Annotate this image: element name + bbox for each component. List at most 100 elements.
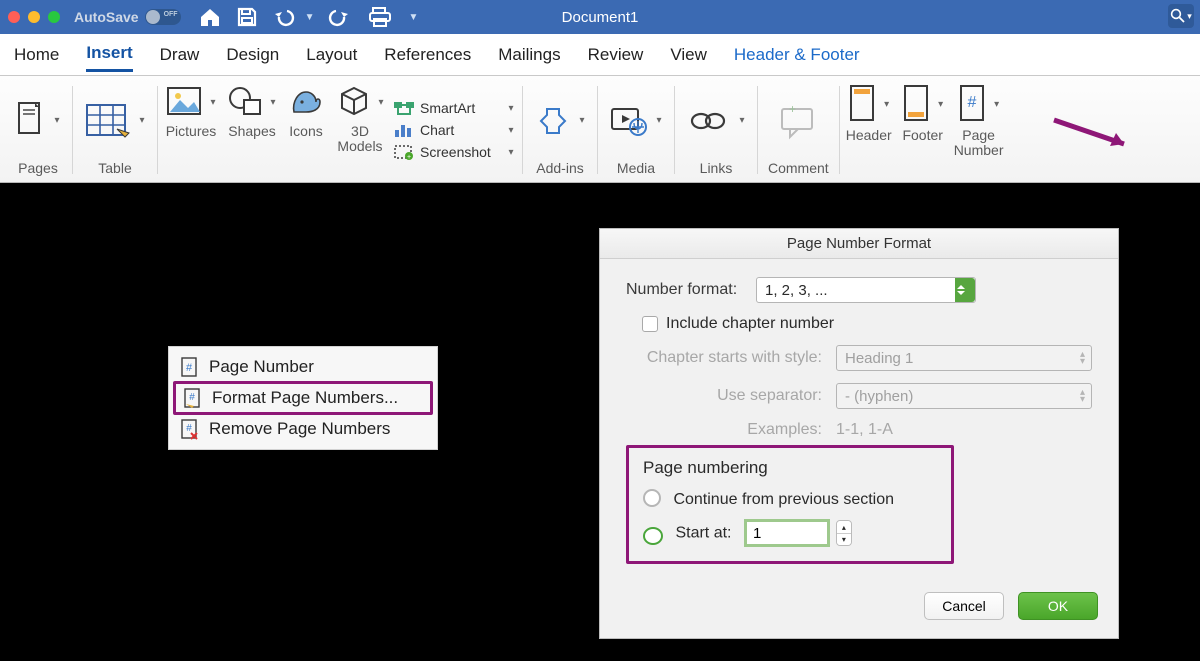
home-icon[interactable] (199, 7, 221, 27)
page-numbering-section: Page numbering Continue from previous se… (626, 445, 954, 564)
page-number-button[interactable]: # ▾ Page Number (950, 80, 1008, 180)
header-dropdown[interactable]: ▾ (882, 99, 892, 110)
chapter-style-value: Heading 1 (845, 350, 913, 367)
shapes-dropdown[interactable]: ▾ (268, 97, 278, 108)
ok-button[interactable]: OK (1018, 592, 1098, 620)
tab-draw[interactable]: Draw (160, 39, 200, 71)
comment-icon: + (776, 101, 820, 141)
qat-customize[interactable]: ▼ (408, 12, 418, 23)
save-icon[interactable] (237, 7, 257, 27)
menu-item-page-number[interactable]: # Page Number (173, 353, 433, 381)
addins-dropdown[interactable]: ▾ (577, 115, 587, 126)
autosave-toggle[interactable]: AutoSave OFF (74, 9, 181, 25)
header-button[interactable]: ▾ Header (842, 80, 896, 180)
svg-text:#: # (186, 423, 192, 434)
footer-dropdown[interactable]: ▾ (936, 99, 946, 110)
radio-continue-label: Continue from previous section (673, 491, 894, 508)
tab-insert[interactable]: Insert (86, 37, 132, 72)
addins-button[interactable]: ▾ Add-ins (525, 80, 595, 180)
footer-label: Footer (902, 128, 942, 143)
media-button[interactable]: ▾ Media (600, 80, 672, 180)
redo-icon[interactable] (330, 7, 352, 27)
illustrations-misc: SmartArt▾ Chart▾ + Screenshot▾ (390, 80, 520, 180)
tab-mailings[interactable]: Mailings (498, 39, 560, 71)
radio-start-at[interactable] (643, 527, 663, 545)
remove-page-number-icon: # (181, 419, 199, 439)
svg-text:#: # (967, 94, 976, 111)
tab-home[interactable]: Home (14, 39, 59, 71)
svg-text:+: + (407, 154, 411, 161)
undo-dropdown[interactable]: ▼ (305, 12, 315, 23)
pictures-button[interactable]: ▾ Pictures (160, 80, 222, 180)
addins-icon (533, 101, 573, 141)
chart-button[interactable]: Chart▾ (394, 121, 516, 139)
screenshot-button[interactable]: + Screenshot▾ (394, 143, 516, 161)
table-label: Table (98, 159, 131, 176)
links-button[interactable]: ▾ Links (677, 80, 755, 180)
zoom-window[interactable] (48, 11, 60, 23)
footer-icon (900, 82, 934, 126)
3d-models-dropdown[interactable]: ▾ (376, 97, 386, 108)
minimize-window[interactable] (28, 11, 40, 23)
header-icon (846, 82, 880, 126)
smartart-button[interactable]: SmartArt▾ (394, 99, 516, 117)
pictures-dropdown[interactable]: ▾ (208, 97, 218, 108)
number-format-select[interactable]: 1, 2, 3, ... (756, 277, 976, 303)
pages-label: Pages (18, 159, 58, 176)
tab-header-footer[interactable]: Header & Footer (734, 39, 860, 71)
media-dropdown[interactable]: ▾ (654, 115, 664, 126)
page-number-dropdown[interactable]: ▾ (992, 99, 1002, 110)
tab-references[interactable]: References (384, 39, 471, 71)
ribbon-insert: ▾ Pages ▾ Table ▾ Pictures ▾ (0, 76, 1200, 183)
addins-label: Add-ins (536, 159, 583, 176)
menu-item-format-page-numbers[interactable]: # Format Page Numbers... (173, 381, 433, 415)
examples-label: Examples: (626, 421, 836, 439)
cancel-button[interactable]: Cancel (924, 592, 1004, 620)
search-button[interactable]: ▾ (1168, 4, 1194, 28)
table-icon (83, 99, 133, 143)
3d-models-button[interactable]: ▾ 3D Models (330, 80, 390, 180)
autosave-switch[interactable]: OFF (145, 9, 181, 25)
separator-label: Use separator: (626, 387, 836, 405)
radio-continue[interactable] (643, 489, 661, 507)
menu-item-format-label: Format Page Numbers... (212, 388, 398, 408)
table-dropdown[interactable]: ▾ (137, 115, 147, 126)
window-controls (8, 11, 60, 23)
table-button[interactable]: ▾ Table (75, 80, 155, 180)
media-label: Media (617, 159, 655, 176)
radio-start-at-label: Start at: (675, 525, 731, 542)
page-numbering-title: Page numbering (643, 458, 937, 478)
shapes-button[interactable]: ▾ Shapes (222, 80, 282, 180)
shapes-label: Shapes (228, 124, 275, 139)
shapes-icon (226, 82, 266, 122)
pages-button[interactable]: ▾ Pages (6, 80, 70, 180)
select-caret-icon (955, 278, 975, 302)
start-at-input[interactable] (744, 519, 830, 547)
page-number-format-dialog: Page Number Format Number format: 1, 2, … (599, 228, 1119, 639)
3d-models-label: 3D Models (337, 124, 382, 153)
header-label: Header (846, 128, 892, 143)
number-format-label: Number format: (626, 281, 756, 299)
pictures-icon (164, 82, 206, 122)
include-chapter-checkbox[interactable] (642, 316, 658, 332)
start-at-stepper[interactable]: ▴▾ (836, 520, 852, 546)
pages-dropdown[interactable]: ▾ (52, 115, 62, 126)
links-icon (685, 101, 733, 141)
close-window[interactable] (8, 11, 20, 23)
tab-review[interactable]: Review (588, 39, 644, 71)
tab-layout[interactable]: Layout (306, 39, 357, 71)
footer-button[interactable]: ▾ Footer (896, 80, 950, 180)
dialog-title: Page Number Format (600, 229, 1118, 259)
svg-text:+: + (789, 102, 796, 116)
icons-button[interactable]: Icons (282, 80, 330, 180)
document-title: Document1 (562, 9, 639, 26)
print-icon[interactable] (368, 7, 392, 27)
undo-icon[interactable] (273, 7, 299, 27)
menu-item-remove-page-numbers[interactable]: # Remove Page Numbers (173, 415, 433, 443)
tab-view[interactable]: View (670, 39, 707, 71)
tab-design[interactable]: Design (226, 39, 279, 71)
chart-icon (394, 122, 414, 138)
links-dropdown[interactable]: ▾ (737, 115, 747, 126)
number-format-value: 1, 2, 3, ... (765, 282, 828, 299)
examples-value: 1-1, 1-A (836, 421, 893, 439)
